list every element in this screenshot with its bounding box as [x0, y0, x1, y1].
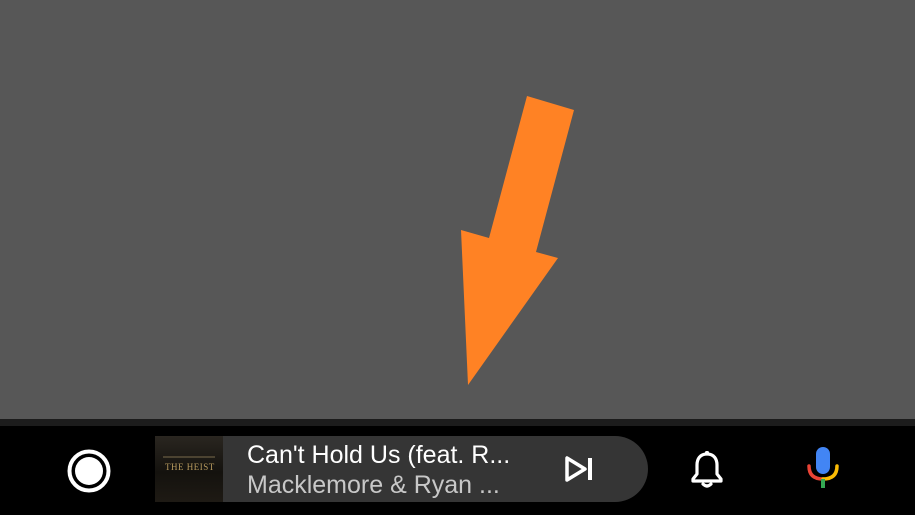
skip-next-icon: [565, 456, 592, 482]
bottom-navigation-bar: THE HEIST Can't Hold Us (feat. R... Mack…: [0, 419, 915, 515]
album-art-text: THE HEIST: [165, 462, 215, 472]
nav-bar-divider: [0, 419, 915, 426]
track-artist: Macklemore & Ryan ...: [247, 471, 500, 499]
orange-arrow-annotation: [461, 96, 574, 385]
main-content-area: [0, 0, 915, 419]
voice-assistant-button[interactable]: [804, 446, 842, 490]
microphone-icon: [807, 447, 839, 488]
bell-icon: [691, 451, 723, 488]
home-circle-icon: [67, 449, 111, 493]
now-playing-card[interactable]: THE HEIST Can't Hold Us (feat. R... Mack…: [155, 436, 648, 502]
skip-next-button[interactable]: [563, 453, 597, 485]
home-button[interactable]: [64, 446, 114, 496]
track-title: Can't Hold Us (feat. R...: [247, 441, 511, 469]
album-art: THE HEIST: [155, 436, 223, 502]
notifications-button[interactable]: [689, 450, 725, 490]
android-auto-screen: THE HEIST Can't Hold Us (feat. R... Mack…: [0, 0, 915, 515]
